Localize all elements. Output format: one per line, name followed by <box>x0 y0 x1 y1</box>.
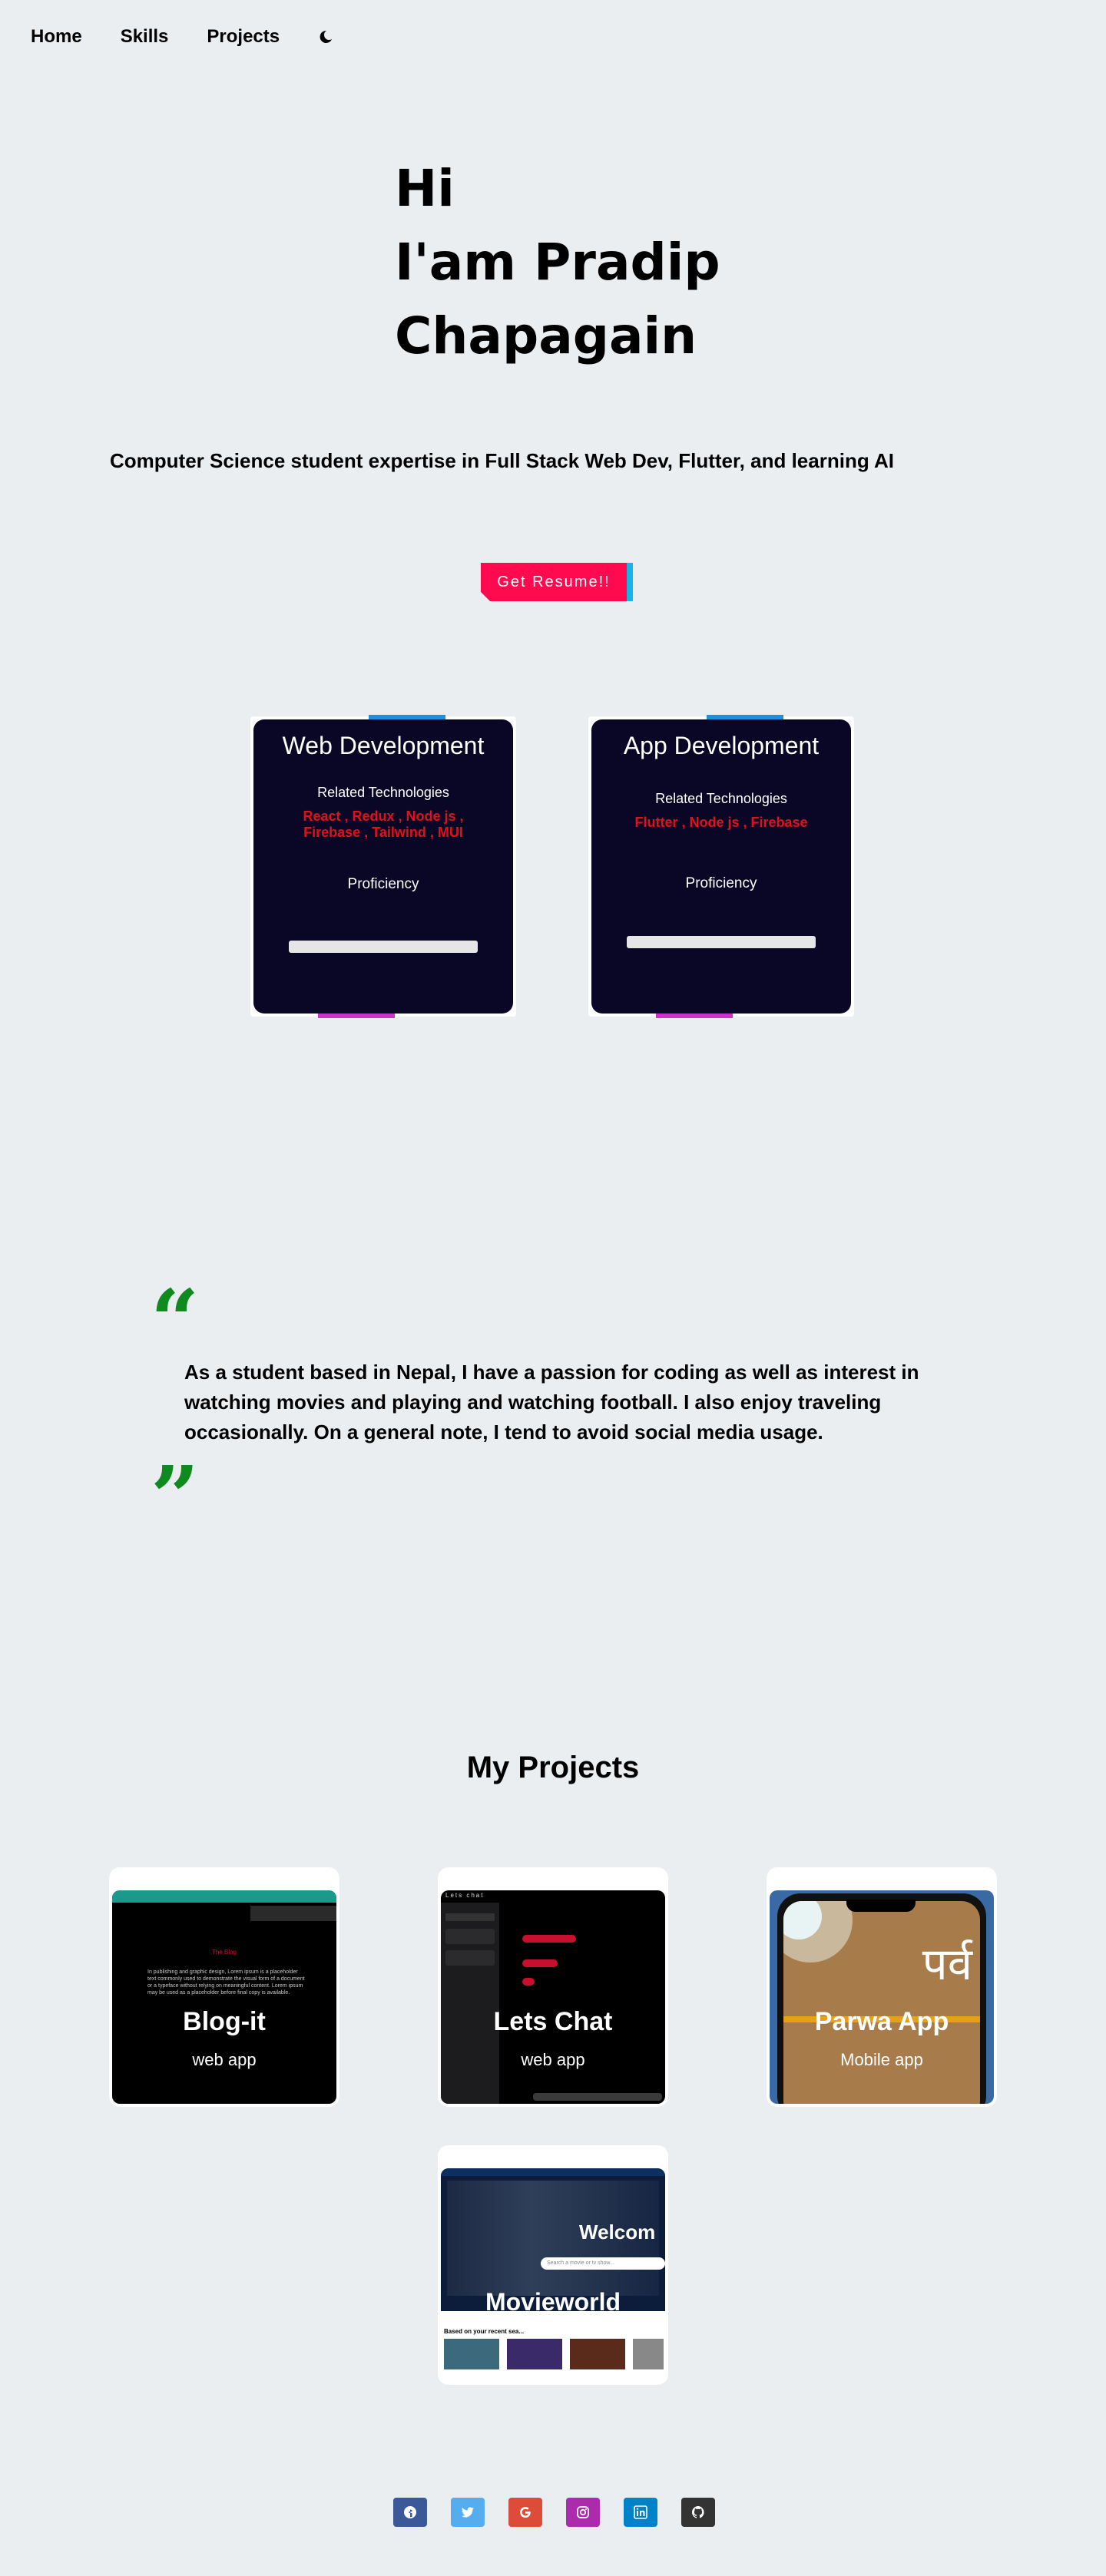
tech-list: Flutter , Node js , Firebase <box>591 815 851 831</box>
screenshot-nav <box>250 1906 336 1921</box>
project-name: Parwa App <box>814 2007 949 2036</box>
resume-accent <box>627 563 633 601</box>
screenshot-phone-frame: पर्व <box>777 1893 986 2104</box>
screenshot-topbar <box>441 2168 665 2176</box>
tagline: Computer Science student expertise in Fu… <box>110 449 894 472</box>
facebook-icon[interactable] <box>393 2498 427 2527</box>
project-card-parwa-app[interactable]: पर्व Parwa App Mobile app <box>767 1867 997 2107</box>
project-name: Blog-it <box>183 2007 266 2036</box>
nav-projects[interactable]: Projects <box>207 26 280 48</box>
project-card-lets-chat[interactable]: Lets chat Lets Chat web app <box>438 1867 668 2107</box>
screenshot-blog-body: In publishing and graphic design, Lorem … <box>147 1969 305 1996</box>
screenshot-parwa-glyph: पर्व <box>922 1938 972 1990</box>
screenshot-message <box>522 1959 558 1967</box>
project-name: Lets Chat <box>493 2007 613 2036</box>
proficiency-label: Proficiency <box>685 875 757 891</box>
hero-line: I'am Pradip <box>395 233 720 292</box>
tech-line: Firebase , Tailwind , MUI <box>303 825 463 840</box>
project-name: Movieworld <box>485 2288 621 2316</box>
screenshot-phone-screen: पर्व <box>783 1901 980 2104</box>
skill-card-web: Web Development Related Technologies Rea… <box>250 715 516 1018</box>
project-screenshot: The Blog In publishing and graphic desig… <box>112 1890 336 2104</box>
screenshot-topbar <box>112 1890 336 1903</box>
screenshot-input <box>533 2093 662 2101</box>
screenshot-contact <box>445 1929 495 1944</box>
project-kind: Mobile app <box>840 2050 923 2069</box>
proficiency-bar <box>289 941 478 953</box>
screenshot-message <box>522 1978 535 1986</box>
screenshot-poster <box>633 2339 664 2369</box>
moon-icon[interactable] <box>318 29 333 45</box>
screenshot-message <box>522 1935 576 1943</box>
screenshot-contact <box>445 1950 495 1966</box>
project-screenshot: Lets chat <box>441 1890 665 2104</box>
proficiency-bar <box>627 936 816 948</box>
card-bottom-accent <box>318 1014 395 1018</box>
projects-title: My Projects <box>466 1751 640 1784</box>
screenshot-poster <box>444 2339 499 2369</box>
project-card-movieworld[interactable]: Welcom Search a movie or tv show... Base… <box>438 2145 668 2385</box>
instagram-icon[interactable] <box>566 2498 600 2527</box>
screenshot-blog-title: The Blog <box>211 1949 237 1956</box>
skill-card-body: Web Development Related Technologies Rea… <box>253 719 513 1014</box>
skill-title: App Development <box>623 732 820 759</box>
project-card-blog-it[interactable]: The Blog In publishing and graphic desig… <box>109 1867 339 2107</box>
top-nav: Home Skills Projects <box>31 26 333 48</box>
github-icon[interactable] <box>681 2498 715 2527</box>
related-tech-label: Related Technologies <box>655 791 787 806</box>
screenshot-notch <box>846 1900 916 1912</box>
twitter-icon[interactable] <box>451 2498 485 2527</box>
screenshot-search <box>445 1913 495 1921</box>
screenshot-section: Based on your recent sea... <box>444 2328 525 2335</box>
skill-card-app: App Development Related Technologies Flu… <box>588 715 854 1018</box>
hero-line: Hi <box>395 159 455 218</box>
tech-line: Flutter , Node js , Firebase <box>634 815 808 830</box>
skill-title: Web Development <box>282 732 485 759</box>
get-resume-button[interactable]: Get Resume!! <box>481 563 627 601</box>
nav-skills[interactable]: Skills <box>121 26 169 48</box>
tech-line: React , Redux , Node js , <box>303 809 464 824</box>
project-screenshot: Welcom Search a movie or tv show... Base… <box>441 2168 665 2382</box>
google-icon[interactable] <box>508 2498 542 2527</box>
hero-heading: Hi I'am Pradip Chapagain <box>395 152 720 373</box>
proficiency-label: Proficiency <box>347 876 419 892</box>
hero-line: Chapagain <box>395 306 697 365</box>
skill-card-body: App Development Related Technologies Flu… <box>591 719 851 1014</box>
screenshot-chat-brand: Lets chat <box>445 1892 485 1899</box>
related-tech-label: Related Technologies <box>317 785 449 800</box>
screenshot-welcome: Welcom <box>579 2221 656 2244</box>
open-quote-icon: “ <box>151 1271 200 1370</box>
screenshot-search: Search a movie or tv show... <box>541 2257 665 2270</box>
project-kind: web app <box>521 2050 585 2069</box>
tech-list: React , Redux , Node js , Firebase , Tai… <box>253 809 513 841</box>
nav-home[interactable]: Home <box>31 26 82 48</box>
screenshot-poster <box>570 2339 625 2369</box>
project-kind: web app <box>192 2050 257 2069</box>
project-screenshot: पर्व <box>770 1890 994 2104</box>
card-bottom-accent <box>656 1014 733 1018</box>
about-text: As a student based in Nepal, I have a pa… <box>184 1361 919 1443</box>
screenshot-poster <box>507 2339 562 2369</box>
linkedin-icon[interactable] <box>624 2498 657 2527</box>
social-links <box>393 2498 739 2527</box>
close-quote-icon: ” <box>151 1447 200 1546</box>
resume-wrap: Get Resume!! <box>481 563 633 601</box>
project-underline <box>507 2319 599 2322</box>
screenshot-sidebar <box>441 1903 499 2104</box>
